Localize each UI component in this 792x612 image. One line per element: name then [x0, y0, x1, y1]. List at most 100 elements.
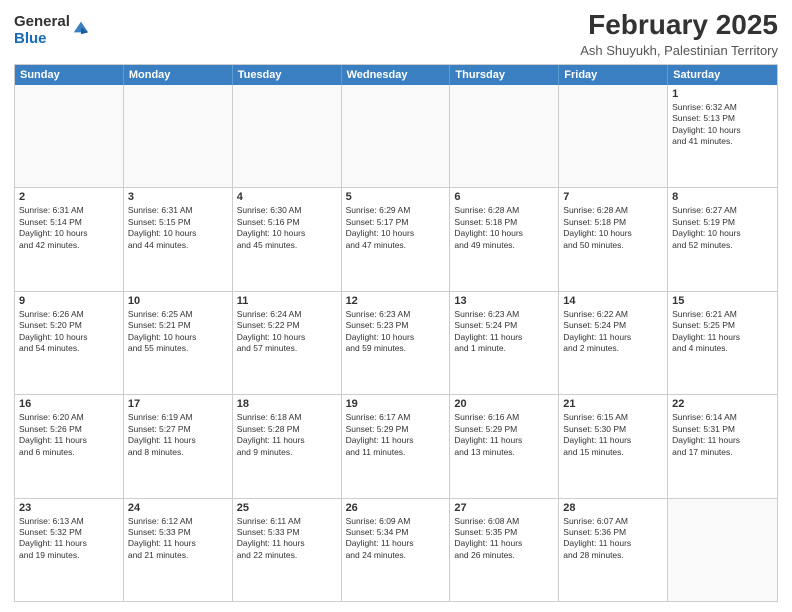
- cell-info: Sunrise: 6:17 AM Sunset: 5:29 PM Dayligh…: [346, 412, 446, 458]
- calendar-week-0: 1Sunrise: 6:32 AM Sunset: 5:13 PM Daylig…: [15, 85, 777, 187]
- header-sunday: Sunday: [15, 65, 124, 85]
- day-number: 18: [237, 398, 337, 410]
- header-friday: Friday: [559, 65, 668, 85]
- cell-info: Sunrise: 6:13 AM Sunset: 5:32 PM Dayligh…: [19, 516, 119, 562]
- calendar-title: February 2025: [580, 10, 778, 41]
- calendar-cell-w0-d1: [124, 85, 233, 187]
- day-number: 22: [672, 398, 773, 410]
- day-number: 25: [237, 502, 337, 514]
- day-number: 8: [672, 191, 773, 203]
- calendar-cell-w3-d6: 22 Sunrise: 6:14 AM Sunset: 5:31 PM Dayli…: [668, 395, 777, 497]
- day-number: 17: [128, 398, 228, 410]
- header-monday: Monday: [124, 65, 233, 85]
- cell-info: Sunrise: 6:19 AM Sunset: 5:27 PM Dayligh…: [128, 412, 228, 458]
- calendar-cell-w3-d4: 20Sunrise: 6:16 AM Sunset: 5:29 PM Dayli…: [450, 395, 559, 497]
- calendar-cell-w3-d5: 21 Sunrise: 6:15 AM Sunset: 5:30 PM Dayli…: [559, 395, 668, 497]
- cell-info: Sunrise: 6:25 AM Sunset: 5:21 PM Dayligh…: [128, 309, 228, 355]
- day-number: 13: [454, 295, 554, 307]
- calendar-cell-w0-d6: 1Sunrise: 6:32 AM Sunset: 5:13 PM Daylig…: [668, 85, 777, 187]
- calendar-cell-w0-d0: [15, 85, 124, 187]
- page: General Blue February 2025 Ash Shuyukh, …: [0, 0, 792, 612]
- day-number: 12: [346, 295, 446, 307]
- cell-info: Sunrise: 6:26 AM Sunset: 5:20 PM Dayligh…: [19, 309, 119, 355]
- calendar-header: Sunday Monday Tuesday Wednesday Thursday…: [15, 65, 777, 85]
- cell-info: Sunrise: 6:23 AM Sunset: 5:23 PM Dayligh…: [346, 309, 446, 355]
- calendar-cell-w4-d3: 26 Sunrise: 6:09 AM Sunset: 5:34 PM Dayli…: [342, 499, 451, 601]
- day-number: 19: [346, 398, 446, 410]
- calendar-cell-w1-d0: 2 Sunrise: 6:31 AM Sunset: 5:14 PM Daylig…: [15, 188, 124, 290]
- day-number: 28: [563, 502, 663, 514]
- day-number: 24: [128, 502, 228, 514]
- cell-info: Sunrise: 6:09 AM Sunset: 5:34 PM Dayligh…: [346, 516, 446, 562]
- logo-blue: Blue: [14, 31, 70, 48]
- calendar-subtitle: Ash Shuyukh, Palestinian Territory: [580, 43, 778, 58]
- cell-info: Sunrise: 6:11 AM Sunset: 5:33 PM Dayligh…: [237, 516, 337, 562]
- cell-info: Sunrise: 6:07 AM Sunset: 5:36 PM Dayligh…: [563, 516, 663, 562]
- day-number: 2: [19, 191, 119, 203]
- header-wednesday: Wednesday: [342, 65, 451, 85]
- calendar-cell-w3-d1: 17 Sunrise: 6:19 AM Sunset: 5:27 PM Dayli…: [124, 395, 233, 497]
- header-tuesday: Tuesday: [233, 65, 342, 85]
- calendar-cell-w1-d4: 6 Sunrise: 6:28 AM Sunset: 5:18 PM Daylig…: [450, 188, 559, 290]
- calendar-cell-w3-d2: 18Sunrise: 6:18 AM Sunset: 5:28 PM Dayli…: [233, 395, 342, 497]
- calendar-week-4: 23 Sunrise: 6:13 AM Sunset: 5:32 PM Dayli…: [15, 498, 777, 601]
- calendar-cell-w0-d5: [559, 85, 668, 187]
- calendar: Sunday Monday Tuesday Wednesday Thursday…: [14, 64, 778, 602]
- calendar-cell-w0-d2: [233, 85, 342, 187]
- calendar-week-2: 9 Sunrise: 6:26 AM Sunset: 5:20 PM Daylig…: [15, 291, 777, 394]
- cell-info: Sunrise: 6:31 AM Sunset: 5:15 PM Dayligh…: [128, 205, 228, 251]
- cell-info: Sunrise: 6:30 AM Sunset: 5:16 PM Dayligh…: [237, 205, 337, 251]
- calendar-week-1: 2 Sunrise: 6:31 AM Sunset: 5:14 PM Daylig…: [15, 187, 777, 290]
- calendar-cell-w0-d4: [450, 85, 559, 187]
- day-number: 20: [454, 398, 554, 410]
- calendar-cell-w1-d1: 3 Sunrise: 6:31 AM Sunset: 5:15 PM Daylig…: [124, 188, 233, 290]
- header-thursday: Thursday: [450, 65, 559, 85]
- calendar-cell-w4-d4: 27Sunrise: 6:08 AM Sunset: 5:35 PM Dayli…: [450, 499, 559, 601]
- calendar-cell-w4-d2: 25 Sunrise: 6:11 AM Sunset: 5:33 PM Dayli…: [233, 499, 342, 601]
- calendar-body: 1Sunrise: 6:32 AM Sunset: 5:13 PM Daylig…: [15, 85, 777, 601]
- day-number: 11: [237, 295, 337, 307]
- day-number: 26: [346, 502, 446, 514]
- cell-info: Sunrise: 6:22 AM Sunset: 5:24 PM Dayligh…: [563, 309, 663, 355]
- day-number: 6: [454, 191, 554, 203]
- cell-info: Sunrise: 6:20 AM Sunset: 5:26 PM Dayligh…: [19, 412, 119, 458]
- cell-info: Sunrise: 6:31 AM Sunset: 5:14 PM Dayligh…: [19, 205, 119, 251]
- calendar-cell-w2-d2: 11 Sunrise: 6:24 AM Sunset: 5:22 PM Dayli…: [233, 292, 342, 394]
- calendar-cell-w4-d1: 24 Sunrise: 6:12 AM Sunset: 5:33 PM Dayli…: [124, 499, 233, 601]
- cell-info: Sunrise: 6:28 AM Sunset: 5:18 PM Dayligh…: [454, 205, 554, 251]
- cell-info: Sunrise: 6:24 AM Sunset: 5:22 PM Dayligh…: [237, 309, 337, 355]
- calendar-cell-w2-d3: 12 Sunrise: 6:23 AM Sunset: 5:23 PM Dayli…: [342, 292, 451, 394]
- calendar-cell-w1-d5: 7 Sunrise: 6:28 AM Sunset: 5:18 PM Daylig…: [559, 188, 668, 290]
- calendar-cell-w4-d0: 23 Sunrise: 6:13 AM Sunset: 5:32 PM Dayli…: [15, 499, 124, 601]
- calendar-cell-w2-d0: 9 Sunrise: 6:26 AM Sunset: 5:20 PM Daylig…: [15, 292, 124, 394]
- day-number: 16: [19, 398, 119, 410]
- cell-info: Sunrise: 6:29 AM Sunset: 5:17 PM Dayligh…: [346, 205, 446, 251]
- calendar-cell-w4-d5: 28 Sunrise: 6:07 AM Sunset: 5:36 PM Dayli…: [559, 499, 668, 601]
- calendar-cell-w1-d6: 8 Sunrise: 6:27 AM Sunset: 5:19 PM Daylig…: [668, 188, 777, 290]
- day-number: 10: [128, 295, 228, 307]
- calendar-cell-w4-d6: [668, 499, 777, 601]
- cell-info: Sunrise: 6:27 AM Sunset: 5:19 PM Dayligh…: [672, 205, 773, 251]
- calendar-cell-w2-d1: 10 Sunrise: 6:25 AM Sunset: 5:21 PM Dayli…: [124, 292, 233, 394]
- calendar-cell-w3-d3: 19 Sunrise: 6:17 AM Sunset: 5:29 PM Dayli…: [342, 395, 451, 497]
- calendar-cell-w3-d0: 16 Sunrise: 6:20 AM Sunset: 5:26 PM Dayli…: [15, 395, 124, 497]
- day-number: 4: [237, 191, 337, 203]
- day-number: 3: [128, 191, 228, 203]
- calendar-week-3: 16 Sunrise: 6:20 AM Sunset: 5:26 PM Dayli…: [15, 394, 777, 497]
- logo: General Blue: [14, 14, 90, 47]
- cell-info: Sunrise: 6:12 AM Sunset: 5:33 PM Dayligh…: [128, 516, 228, 562]
- cell-info: Sunrise: 6:14 AM Sunset: 5:31 PM Dayligh…: [672, 412, 773, 458]
- cell-info: Sunrise: 6:23 AM Sunset: 5:24 PM Dayligh…: [454, 309, 554, 355]
- cell-info: Sunrise: 6:32 AM Sunset: 5:13 PM Dayligh…: [672, 102, 773, 148]
- day-number: 7: [563, 191, 663, 203]
- logo-icon: [72, 18, 90, 36]
- cell-info: Sunrise: 6:28 AM Sunset: 5:18 PM Dayligh…: [563, 205, 663, 251]
- day-number: 9: [19, 295, 119, 307]
- calendar-cell-w1-d3: 5Sunrise: 6:29 AM Sunset: 5:17 PM Daylig…: [342, 188, 451, 290]
- title-block: February 2025 Ash Shuyukh, Palestinian T…: [580, 10, 778, 58]
- day-number: 21: [563, 398, 663, 410]
- calendar-cell-w2-d6: 15Sunrise: 6:21 AM Sunset: 5:25 PM Dayli…: [668, 292, 777, 394]
- header: General Blue February 2025 Ash Shuyukh, …: [14, 10, 778, 58]
- day-number: 23: [19, 502, 119, 514]
- cell-info: Sunrise: 6:15 AM Sunset: 5:30 PM Dayligh…: [563, 412, 663, 458]
